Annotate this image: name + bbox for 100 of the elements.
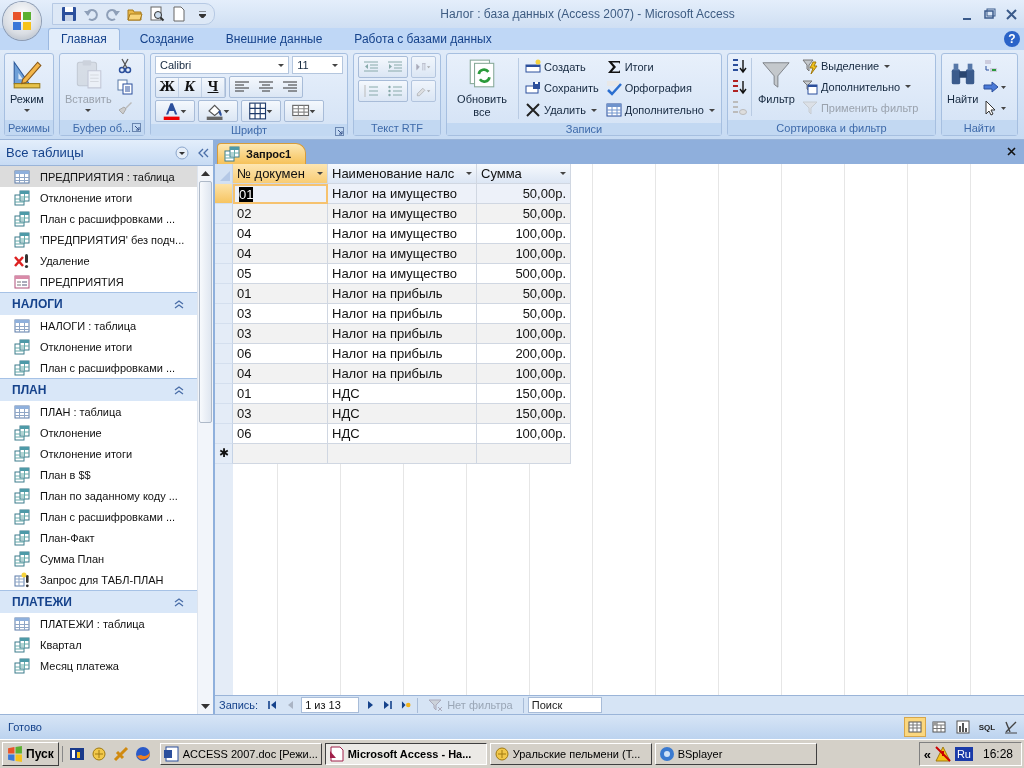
navigation-item[interactable]: ПРЕДПРИЯТИЯ xyxy=(0,271,197,292)
table-cell: 150,00р. xyxy=(477,404,571,424)
taskbar-button[interactable]: Уральские пельмени (Т... xyxy=(489,743,652,765)
group-header[interactable]: НАЛОГИ xyxy=(0,292,197,315)
format-button[interactable]: Ч xyxy=(202,77,225,97)
sort-descending-icon[interactable] xyxy=(731,79,747,95)
cursor-icon[interactable] xyxy=(983,99,1008,116)
restore-icon[interactable] xyxy=(982,7,996,21)
filter-option-button[interactable]: Выделение xyxy=(799,57,921,76)
paragraph-direction-icon[interactable] xyxy=(411,56,436,78)
filter-option-button[interactable]: Дополнительно xyxy=(799,78,921,96)
font-name-field[interactable]: Calibri xyxy=(155,56,290,74)
grid-icon[interactable] xyxy=(241,100,281,122)
navigation-item[interactable]: Отклонение итоги xyxy=(0,443,197,464)
arrow-right-icon[interactable] xyxy=(983,79,1008,95)
collapse-icon[interactable] xyxy=(197,146,210,159)
navigation-item[interactable]: План с расшифровками ... xyxy=(0,506,197,527)
ribbon-tab[interactable]: Создание xyxy=(127,29,206,50)
language-indicator[interactable]: Ru xyxy=(954,747,973,761)
scroll-down-icon[interactable] xyxy=(201,704,210,709)
navigation-item[interactable]: Запрос для ТАБЛ-ПЛАН xyxy=(0,569,197,590)
navigation-item[interactable]: Отклонение итоги xyxy=(0,187,197,208)
print-preview-icon[interactable] xyxy=(149,6,165,22)
chart-icon[interactable] xyxy=(68,746,85,762)
navigation-item[interactable]: ПЛАН : таблица xyxy=(0,401,197,422)
navigation-item[interactable]: ПЛАТЕЖИ : таблица xyxy=(0,613,197,634)
dialog-launcher-icon[interactable] xyxy=(335,127,344,136)
navigation-item[interactable]: Отклонение xyxy=(0,422,197,443)
tray-expand-button[interactable]: « xyxy=(923,746,931,762)
find-button[interactable]: Найти xyxy=(945,56,981,118)
brush-icon[interactable] xyxy=(116,99,133,116)
close-icon[interactable] xyxy=(1004,7,1018,21)
start-button[interactable]: Пуск xyxy=(2,742,59,766)
record-button[interactable]: Создать xyxy=(523,57,601,76)
highlight-icon[interactable] xyxy=(411,80,436,102)
scrollbar[interactable] xyxy=(197,166,213,714)
document-tab[interactable]: Запрос1 xyxy=(217,143,307,164)
search-field[interactable]: Поиск xyxy=(527,697,602,713)
record-button[interactable]: Сохранить xyxy=(523,79,601,98)
office-button[interactable] xyxy=(3,2,41,40)
navigation-item[interactable]: Месяц платежа xyxy=(0,655,197,676)
record-button[interactable]: Дополнительно xyxy=(603,101,717,120)
scissors-icon[interactable] xyxy=(116,58,133,75)
group-header[interactable]: ПЛАТЕЖИ xyxy=(0,590,197,613)
redo-icon[interactable] xyxy=(105,6,121,22)
font-color-icon[interactable] xyxy=(155,100,195,122)
navigation-item[interactable]: Отклонение итоги xyxy=(0,336,197,357)
fill-color-icon[interactable] xyxy=(198,100,238,122)
ribbon-tab[interactable]: Главная xyxy=(48,28,120,50)
navigation-item[interactable]: Сумма План xyxy=(0,548,197,569)
coin-icon[interactable] xyxy=(90,746,107,762)
view-button[interactable] xyxy=(904,717,926,737)
warning-icon[interactable] xyxy=(934,746,951,762)
undo-icon[interactable] xyxy=(83,6,99,22)
navigation-item[interactable]: План-Факт xyxy=(0,527,197,548)
column-header[interactable]: Наименование налс xyxy=(328,164,477,184)
customize-dropdown-icon[interactable] xyxy=(199,10,206,18)
navigation-item[interactable]: План с расшифровками ... xyxy=(0,208,197,229)
tools-icon[interactable] xyxy=(112,746,129,762)
ribbon-tab[interactable]: Внешние данные xyxy=(213,29,335,50)
dialog-launcher-icon[interactable] xyxy=(132,123,141,132)
navigation-item[interactable]: НАЛОГИ : таблица xyxy=(0,315,197,336)
font-size-field[interactable]: 11 xyxy=(292,56,343,74)
save-icon[interactable] xyxy=(61,6,77,22)
sort-ascending-icon[interactable] xyxy=(731,58,747,75)
column-header[interactable]: № докумен xyxy=(233,164,328,184)
group-header[interactable]: ПЛАН xyxy=(0,378,197,401)
navigation-item[interactable]: План с расшифровками ... xyxy=(0,357,197,378)
navigation-item[interactable]: Удаление xyxy=(0,250,197,271)
copy-icon[interactable] xyxy=(116,79,133,95)
format-button[interactable]: К xyxy=(179,77,202,97)
navigation-item[interactable]: ПРЕДПРИЯТИЯ : таблица xyxy=(0,166,197,187)
scroll-up-icon[interactable] xyxy=(201,171,210,176)
taskbar-button[interactable]: ACCESS 2007.doc [Режи... xyxy=(159,743,322,765)
navigation-item[interactable]: План в $$ xyxy=(0,464,197,485)
scroll-thumb[interactable] xyxy=(199,181,212,423)
navigation-item[interactable]: 'ПРЕДПРИЯТИЯ' без подч... xyxy=(0,229,197,250)
ribbon-tab[interactable]: Работа с базами данных xyxy=(342,29,504,50)
taskbar-button[interactable]: Microsoft Access - На... xyxy=(324,743,487,765)
new-document-icon[interactable] xyxy=(171,6,187,22)
sql-view-button[interactable]: SQL xyxy=(976,717,998,737)
navigation-item[interactable]: Квартал xyxy=(0,634,197,655)
format-button[interactable]: Ж xyxy=(156,77,179,97)
filter-button[interactable]: Фильтр xyxy=(756,56,797,118)
replace-icon[interactable] xyxy=(983,58,1000,75)
column-header[interactable]: Сумма xyxy=(477,164,571,184)
refresh-all-button[interactable]: Обновить все xyxy=(450,56,514,121)
close-icon[interactable] xyxy=(1006,146,1017,157)
navigation-item[interactable]: План по заданному коду ... xyxy=(0,485,197,506)
help-button[interactable]: ? xyxy=(1004,31,1020,47)
record-position-field[interactable]: 1 из 13 xyxy=(301,697,360,713)
gridlines-icon[interactable] xyxy=(284,100,324,122)
taskbar-button[interactable]: BSplayer xyxy=(654,743,817,765)
record-button[interactable]: Удалить xyxy=(523,101,601,120)
globe-icon[interactable] xyxy=(134,746,151,762)
mode-button[interactable]: Режим xyxy=(8,56,46,118)
folder-icon[interactable] xyxy=(127,6,143,22)
record-button[interactable]: Орфография xyxy=(603,79,717,98)
dropdown-icon[interactable] xyxy=(175,145,189,160)
record-button[interactable]: Итоги xyxy=(603,57,717,76)
